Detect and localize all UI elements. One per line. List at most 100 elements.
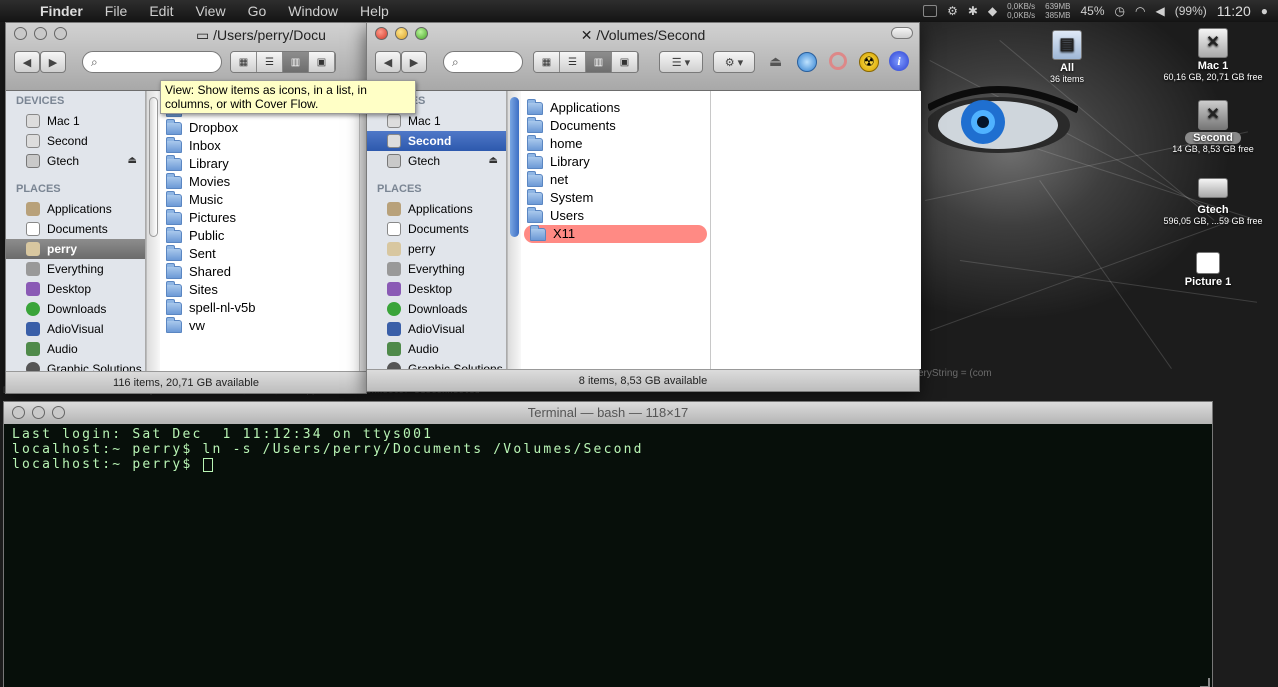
list-item[interactable]: Pictures	[160, 208, 359, 227]
list-item[interactable]: System	[521, 188, 710, 207]
memory-monitor[interactable]: 639MB 385MB	[1045, 2, 1070, 20]
eject-icon[interactable]: ⏏	[489, 151, 498, 171]
list-view-icon[interactable]: ☰	[257, 52, 283, 72]
close-button[interactable]	[12, 406, 25, 419]
sidebar-item-gtech[interactable]: Gtech ⏏	[367, 151, 506, 171]
list-item[interactable]: Sent	[160, 244, 359, 263]
user-icon[interactable]: ●	[1261, 4, 1268, 18]
sidebar-item-second[interactable]: Second	[367, 131, 506, 151]
menu-window[interactable]: Window	[288, 3, 338, 19]
sidebar-item-adiovisual[interactable]: AdioVisual	[367, 319, 506, 339]
forward-button[interactable]: ▶	[401, 51, 427, 73]
sidebar-item-mac1[interactable]: Mac 1	[6, 111, 145, 131]
list-item[interactable]: net	[521, 170, 710, 189]
sidebar-item-perry[interactable]: perry	[367, 239, 506, 259]
sidebar-item-mac1[interactable]: Mac 1	[367, 111, 506, 131]
sidebar-item-everything[interactable]: Everything	[367, 259, 506, 279]
eject-icon[interactable]: ⏏	[769, 53, 782, 70]
sidebar-item-second[interactable]: Second	[6, 131, 145, 151]
wifi-icon[interactable]: ◠	[1135, 4, 1145, 18]
list-item[interactable]: Applications	[521, 98, 710, 117]
network-monitor[interactable]: 0,0KB/s 0,0KB/s	[1007, 2, 1035, 20]
list-item[interactable]: Public	[160, 226, 359, 245]
list-item[interactable]: Sites	[160, 280, 359, 299]
search-input[interactable]: ⌕	[443, 51, 523, 73]
terminal-output[interactable]: Last login: Sat Dec 1 11:12:34 on ttys00…	[4, 424, 1212, 475]
icon-view-icon[interactable]: ▦	[231, 52, 257, 72]
time-machine-icon[interactable]: ◷	[1115, 4, 1125, 18]
resize-grip-icon[interactable]	[1200, 678, 1210, 687]
sidebar-item-adiovisual[interactable]: AdioVisual	[6, 319, 145, 339]
forward-button[interactable]: ▶	[40, 51, 66, 73]
list-item[interactable]: home	[521, 134, 710, 153]
zoom-button[interactable]	[52, 406, 65, 419]
list-item[interactable]: Documents	[521, 116, 710, 135]
sidebar-item-applications[interactable]: Applications	[367, 199, 506, 219]
list-item[interactable]: Music	[160, 190, 359, 209]
sidebar-item-audio[interactable]: Audio	[367, 339, 506, 359]
arrange-button[interactable]: ☰ ▾	[659, 51, 703, 73]
coverflow-view-icon[interactable]: ▣	[309, 52, 335, 72]
list-item[interactable]: Inbox	[160, 136, 359, 155]
list-item[interactable]: Users	[521, 206, 710, 225]
list-item[interactable]: Dropbox	[160, 118, 359, 137]
terminal-status-icon[interactable]	[923, 5, 938, 17]
search-input[interactable]: ⌕	[82, 51, 222, 73]
cpu-monitor[interactable]: 45%	[1081, 4, 1105, 18]
action-gear-button[interactable]: ⚙ ▾	[713, 51, 755, 73]
desktop-icon-gtech[interactable]: Gtech 596,05 GB, ...59 GB free	[1153, 178, 1273, 226]
radiation-icon[interactable]: ☢	[859, 52, 879, 72]
battery-status[interactable]: (99%)	[1175, 4, 1207, 18]
sidebar-scrollbar[interactable]	[507, 91, 521, 369]
sidebar-scrollbar[interactable]	[146, 91, 160, 371]
bluetooth-icon[interactable]: ✱	[968, 4, 978, 18]
list-item[interactable]: Library	[160, 154, 359, 173]
sidebar-item-documents[interactable]: Documents	[6, 219, 145, 239]
info-icon[interactable]: i	[889, 51, 909, 71]
dropbox-icon[interactable]: ◆	[988, 4, 997, 18]
column-view-icon[interactable]: ▥	[586, 52, 612, 72]
list-item[interactable]: Movies	[160, 172, 359, 191]
list-view-icon[interactable]: ☰	[560, 52, 586, 72]
menu-help[interactable]: Help	[360, 3, 389, 19]
sidebar-item-graphic-solutions[interactable]: Graphic Solutions	[6, 359, 145, 371]
safari-icon[interactable]	[797, 52, 817, 72]
no-entry-icon[interactable]	[829, 52, 847, 70]
sidebar-item-audio[interactable]: Audio	[6, 339, 145, 359]
sidebar-item-perry[interactable]: perry	[6, 239, 145, 259]
sidebar-item-applications[interactable]: Applications	[6, 199, 145, 219]
sidebar-item-downloads[interactable]: Downloads	[6, 299, 145, 319]
list-item[interactable]: vw	[160, 316, 359, 335]
sidebar-item-everything[interactable]: Everything	[6, 259, 145, 279]
desktop-icon-all[interactable]: ▤ All 36 items	[1012, 30, 1122, 84]
menu-clock[interactable]: 11:20	[1217, 3, 1251, 19]
toolbar-toggle-button[interactable]	[891, 27, 913, 39]
list-item[interactable]: Library	[521, 152, 710, 171]
close-button[interactable]	[14, 27, 27, 40]
list-item[interactable]: spell-nl-v5b	[160, 298, 359, 317]
menu-go[interactable]: Go	[248, 3, 267, 19]
desktop-icon-picture1[interactable]: Picture 1	[1153, 252, 1263, 288]
sidebar-item-graphic-solutions[interactable]: Graphic Solutions	[367, 359, 506, 369]
menu-app-finder[interactable]: Finder	[40, 3, 83, 19]
eject-icon[interactable]: ⏏	[128, 151, 137, 171]
back-button[interactable]: ◀	[14, 51, 40, 73]
minimize-button[interactable]	[32, 406, 45, 419]
sidebar-item-downloads[interactable]: Downloads	[367, 299, 506, 319]
menu-file[interactable]: File	[105, 3, 128, 19]
sidebar-item-gtech[interactable]: Gtech ⏏	[6, 151, 145, 171]
list-item[interactable]: Shared	[160, 262, 359, 281]
sidebar-item-desktop[interactable]: Desktop	[6, 279, 145, 299]
back-button[interactable]: ◀	[375, 51, 401, 73]
menu-edit[interactable]: Edit	[149, 3, 173, 19]
gear-status-icon[interactable]: ⚙	[947, 4, 958, 18]
desktop-icon-second[interactable]: ✕ Second 14 GB, 8,53 GB free	[1153, 100, 1273, 154]
minimize-button[interactable]	[34, 27, 47, 40]
sidebar-item-desktop[interactable]: Desktop	[367, 279, 506, 299]
volume-icon[interactable]: ◀	[1156, 4, 1165, 18]
list-item-x11-selected[interactable]: X11	[524, 224, 707, 243]
column-view-icon[interactable]: ▥	[283, 52, 309, 72]
menu-view[interactable]: View	[195, 3, 225, 19]
zoom-button[interactable]	[54, 27, 67, 40]
icon-view-icon[interactable]: ▦	[534, 52, 560, 72]
